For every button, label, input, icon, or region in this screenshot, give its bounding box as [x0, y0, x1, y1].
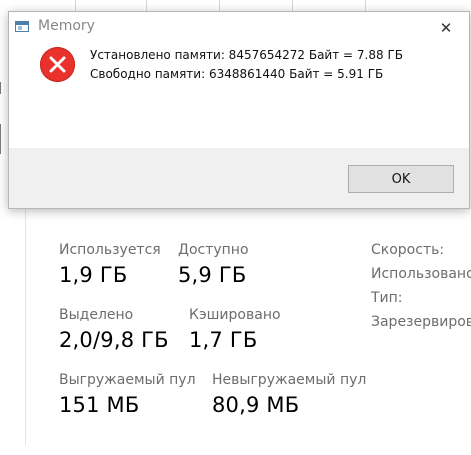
- stat-paged-pool: Выгружаемый пул 151 МБ: [59, 372, 196, 417]
- close-icon[interactable]: ✕: [423, 12, 469, 43]
- side-label-reserved: Зарезервиров: [371, 314, 471, 330]
- stat-label: Выделено: [59, 307, 134, 323]
- side-label-type: Тип:: [371, 290, 403, 306]
- dialog-titlebar[interactable]: Memory ✕: [9, 12, 469, 43]
- left-panel-divider: [25, 210, 26, 445]
- stat-in-use: Используется 1,9 ГБ: [59, 242, 161, 287]
- stat-nonpaged-pool: Невыгружаемый пул 80,9 МБ: [212, 372, 366, 417]
- stat-label: Доступно: [178, 242, 249, 258]
- stat-value: 80,9 МБ: [212, 393, 300, 417]
- stat-available: Доступно 5,9 ГБ: [178, 242, 249, 287]
- memory-dialog: Memory ✕ Установлено памяти: 8457654272 …: [8, 11, 470, 209]
- stat-label: Выгружаемый пул: [59, 372, 196, 388]
- message-line-free: Свободно памяти: 6348861440 Байт = 5.91 …: [90, 67, 384, 81]
- message-line-installed: Установлено памяти: 8457654272 Байт = 7.…: [90, 48, 403, 62]
- stat-committed: Выделено 2,0/9,8 ГБ: [59, 307, 169, 352]
- app-window-icon: [15, 21, 29, 32]
- stat-label: Используется: [59, 242, 161, 258]
- stat-value: 151 МБ: [59, 393, 140, 417]
- ok-button[interactable]: OK: [348, 165, 454, 193]
- left-panel-edge: [0, 124, 5, 154]
- stat-cached: Кэшировано 1,7 ГБ: [189, 307, 281, 352]
- dialog-title: Memory: [38, 18, 95, 34]
- stat-label: Кэшировано: [189, 307, 281, 323]
- stat-label: Невыгружаемый пул: [212, 372, 367, 388]
- error-icon: [40, 47, 75, 82]
- side-label-used: Использовано: [371, 266, 471, 282]
- left-panel-edge: [0, 82, 5, 94]
- stat-value: 5,9 ГБ: [178, 263, 247, 287]
- stat-value: 1,7 ГБ: [189, 328, 258, 352]
- dialog-message: Установлено памяти: 8457654272 Байт = 7.…: [90, 46, 403, 84]
- stat-value: 1,9 ГБ: [59, 263, 128, 287]
- stat-value: 2,0/9,8 ГБ: [59, 328, 169, 352]
- side-label-speed: Скорость:: [371, 242, 445, 258]
